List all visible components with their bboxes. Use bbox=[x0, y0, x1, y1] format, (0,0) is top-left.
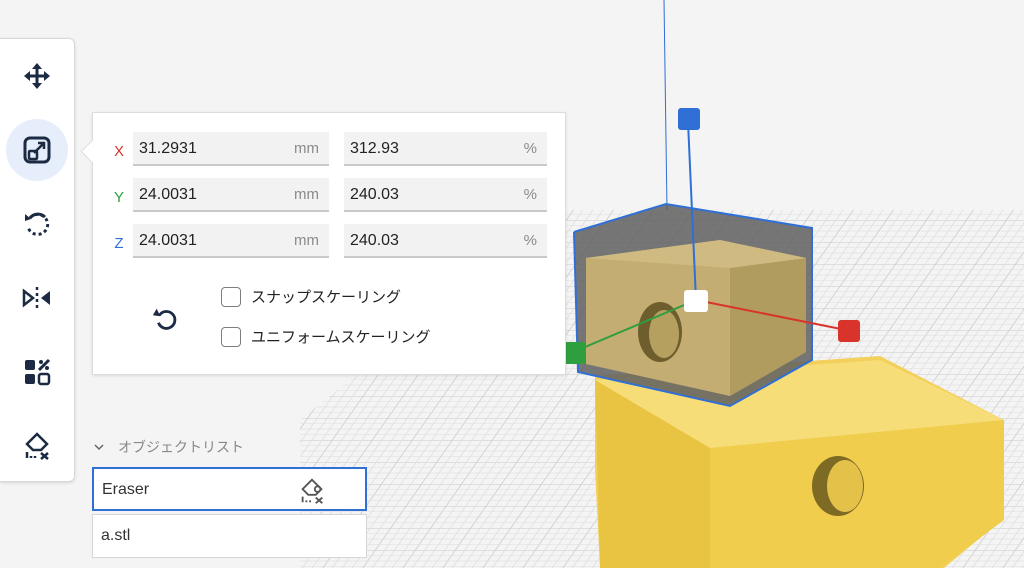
y-size-value: 24.0031 bbox=[139, 186, 197, 203]
mirror-tool-button[interactable] bbox=[6, 267, 68, 329]
x-size-field[interactable]: 31.2931 mm bbox=[133, 132, 329, 166]
x-percent-value: 312.93 bbox=[350, 140, 399, 157]
snap-scaling-checkbox[interactable] bbox=[221, 286, 241, 307]
y-percent-value: 240.03 bbox=[350, 186, 399, 203]
z-percent-value: 240.03 bbox=[350, 232, 399, 249]
object-name: a.stl bbox=[101, 527, 131, 544]
object-name: Eraser bbox=[102, 481, 150, 498]
gizmo-z-handle[interactable] bbox=[678, 108, 700, 130]
object-list-item-eraser[interactable]: Eraser bbox=[92, 467, 367, 511]
eraser-icon bbox=[301, 478, 323, 504]
gizmo-center-handle[interactable] bbox=[684, 290, 708, 312]
x-size-value: 31.2931 bbox=[139, 140, 197, 157]
tool-bar bbox=[0, 38, 75, 482]
gizmo-y-handle[interactable] bbox=[564, 342, 586, 364]
eraser-tool-button[interactable] bbox=[6, 415, 68, 477]
z-size-field[interactable]: 24.0031 mm bbox=[133, 224, 329, 258]
object-list-item-a-stl[interactable]: a.stl bbox=[92, 514, 367, 558]
y-axis-label: Y bbox=[113, 189, 124, 206]
arrange-tool-button[interactable] bbox=[6, 341, 68, 403]
mirror-icon bbox=[22, 287, 50, 309]
rotate-icon bbox=[25, 212, 50, 236]
object-list-header[interactable]: オブジェクトリスト bbox=[92, 437, 244, 457]
arrange-icon bbox=[25, 358, 51, 386]
y-size-field[interactable]: 24.0031 mm bbox=[133, 178, 329, 212]
z-axis-label: Z bbox=[114, 235, 124, 252]
z-percent-unit: % bbox=[523, 232, 537, 249]
chevron-down-icon bbox=[94, 444, 104, 451]
eraser-icon bbox=[25, 432, 49, 460]
scale-icon bbox=[23, 136, 51, 164]
z-percent-field[interactable]: 240.03 % bbox=[344, 224, 547, 258]
reset-icon bbox=[152, 308, 177, 330]
x-percent-unit: % bbox=[523, 140, 537, 157]
snap-scaling-label: スナップスケーリング bbox=[251, 289, 402, 306]
scale-panel: X 31.2931 mm 312.93 % Y 24.0031 mm 240.0… bbox=[80, 112, 566, 375]
move-icon bbox=[24, 63, 50, 89]
gizmo-x-handle[interactable] bbox=[838, 320, 860, 342]
z-size-unit: mm bbox=[294, 232, 319, 249]
move-tool-button[interactable] bbox=[6, 45, 68, 107]
reset-scale-button[interactable] bbox=[148, 301, 184, 337]
x-size-unit: mm bbox=[294, 140, 319, 157]
object-list-title: オブジェクトリスト bbox=[118, 439, 244, 455]
uniform-scaling-checkbox[interactable] bbox=[221, 326, 241, 347]
snap-scaling-option[interactable]: スナップスケーリング bbox=[221, 286, 401, 307]
rotate-tool-button[interactable] bbox=[6, 193, 68, 255]
uniform-scaling-label: ユニフォームスケーリング bbox=[251, 329, 431, 346]
y-percent-unit: % bbox=[523, 186, 537, 203]
x-axis-label: X bbox=[113, 143, 124, 160]
y-percent-field[interactable]: 240.03 % bbox=[344, 178, 547, 212]
x-percent-field[interactable]: 312.93 % bbox=[344, 132, 547, 166]
y-size-unit: mm bbox=[294, 186, 319, 203]
uniform-scaling-option[interactable]: ユニフォームスケーリング bbox=[221, 326, 431, 347]
scale-tool-button[interactable] bbox=[6, 119, 68, 181]
z-size-value: 24.0031 bbox=[139, 232, 197, 249]
